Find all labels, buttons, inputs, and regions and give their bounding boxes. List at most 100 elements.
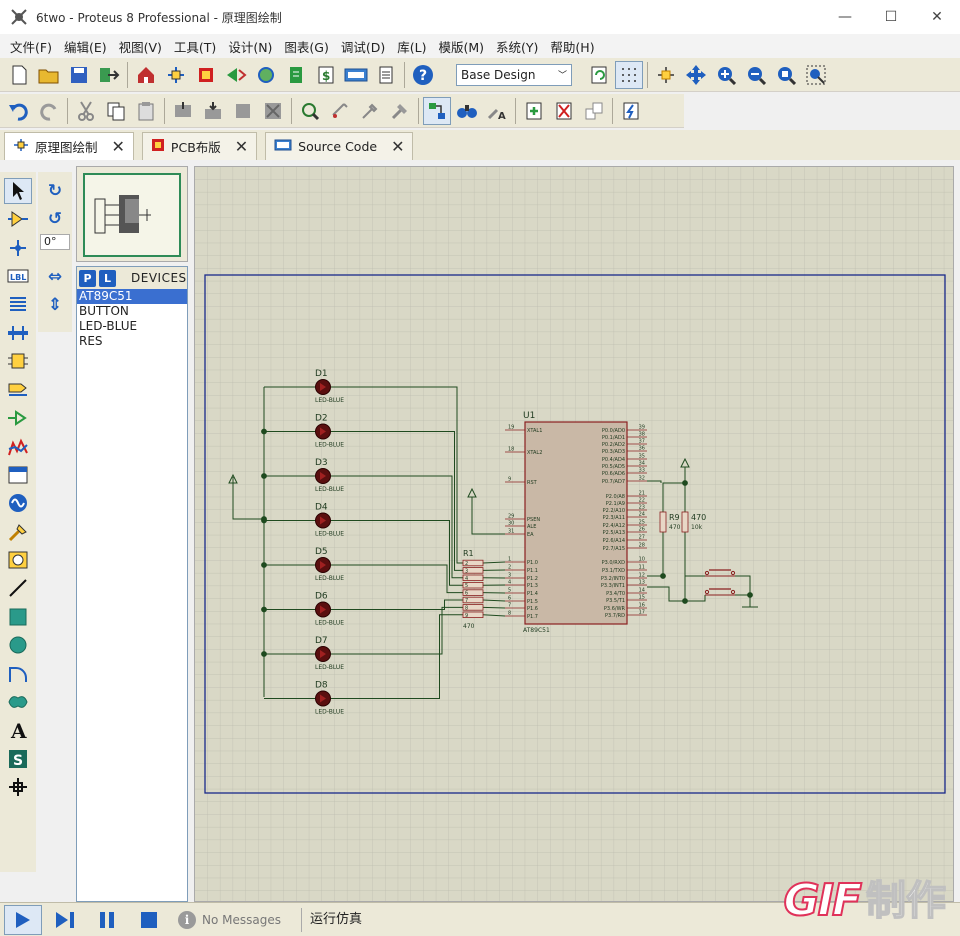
overview-window[interactable] (76, 166, 188, 262)
library-manager-button[interactable]: L (99, 269, 116, 287)
pause-simulation-icon[interactable] (88, 905, 126, 935)
maximize-button[interactable]: ☐ (868, 0, 914, 34)
zoom-out-icon[interactable] (742, 61, 770, 89)
help-icon[interactable]: ? (409, 61, 437, 89)
decompose-icon[interactable] (386, 97, 414, 125)
block-delete-icon[interactable] (259, 97, 287, 125)
make-device-icon[interactable] (326, 97, 354, 125)
menu-graph[interactable]: 图表(G) (278, 37, 334, 56)
menu-tools[interactable]: 工具(T) (168, 37, 222, 56)
device-item-button[interactable]: BUTTON (77, 304, 187, 319)
text-script-icon[interactable] (4, 292, 32, 318)
terminals-icon[interactable] (4, 377, 32, 403)
symbol-draw-icon[interactable]: S (4, 746, 32, 772)
origin-icon[interactable] (652, 61, 680, 89)
voltage-probe-icon[interactable] (4, 519, 32, 545)
property-assignment-icon[interactable]: A (483, 97, 511, 125)
tape-recorder-icon[interactable] (4, 462, 32, 488)
schematic-canvas[interactable]: D1 LED-BLUE D2 LED-BLUE D3 LED-BLUE D4 LED-BLUE… (194, 166, 954, 902)
copy-icon[interactable] (102, 97, 130, 125)
menu-edit[interactable]: 编辑(E) (58, 37, 113, 56)
device-item-res[interactable]: RES (77, 334, 187, 349)
pick-library-button[interactable]: P (79, 269, 96, 287)
redo-icon[interactable] (35, 97, 63, 125)
design-variant-select[interactable]: Base Design ﹀ (456, 63, 572, 86)
delete-sheet-icon[interactable] (550, 97, 578, 125)
menu-system[interactable]: 系统(Y) (490, 37, 544, 56)
pan-icon[interactable] (682, 61, 710, 89)
tab-pcb[interactable]: PCB布版 ✕ (141, 132, 258, 160)
menu-view[interactable]: 视图(V) (113, 37, 168, 56)
home-icon[interactable] (132, 61, 160, 89)
rotation-angle-field[interactable]: 0° (40, 234, 70, 250)
open-folder-icon[interactable] (35, 61, 63, 89)
wire-label-icon[interactable]: LBL (4, 263, 32, 289)
refresh-icon[interactable] (585, 61, 613, 89)
generator-icon[interactable] (4, 490, 32, 516)
notes-icon[interactable] (372, 61, 400, 89)
block-move-icon[interactable] (199, 97, 227, 125)
arc-draw-icon[interactable] (4, 661, 32, 687)
overview-viewport[interactable] (83, 173, 181, 257)
block-rotate-icon[interactable] (229, 97, 257, 125)
packaging-tool-icon[interactable] (356, 97, 384, 125)
undo-icon[interactable] (5, 97, 33, 125)
bom-icon[interactable] (282, 61, 310, 89)
tab-schematic[interactable]: 原理图绘制 ✕ (4, 132, 134, 160)
pick-device-icon[interactable] (296, 97, 324, 125)
menu-library[interactable]: 库(L) (391, 37, 432, 56)
graph-mode-icon[interactable] (4, 434, 32, 460)
stop-simulation-icon[interactable] (130, 905, 168, 935)
message-count[interactable]: No Messages (202, 913, 281, 927)
new-sheet-icon[interactable] (520, 97, 548, 125)
component-mode-icon[interactable] (4, 206, 32, 232)
mirror-vertical-icon[interactable]: ⇕ (42, 292, 68, 318)
pcb-tool-icon[interactable] (192, 61, 220, 89)
paste-icon[interactable] (132, 97, 160, 125)
block-copy-icon[interactable] (169, 97, 197, 125)
mirror-horizontal-icon[interactable]: ⇔ (42, 264, 68, 290)
buses-icon[interactable] (4, 320, 32, 346)
zoom-fit-icon[interactable] (772, 61, 800, 89)
menu-help[interactable]: 帮助(H) (544, 37, 600, 56)
close-window-button[interactable]: ✕ (914, 0, 960, 34)
close-tab-icon[interactable]: ✕ (391, 137, 404, 156)
close-tab-icon[interactable]: ✕ (235, 137, 248, 156)
subcircuit-icon[interactable] (4, 348, 32, 374)
step-simulation-icon[interactable] (46, 905, 84, 935)
import-icon[interactable] (95, 61, 123, 89)
dollar-icon[interactable]: $ (312, 61, 340, 89)
device-pins-icon[interactable] (4, 405, 32, 431)
run-simulation-icon[interactable] (4, 904, 42, 935)
menu-design[interactable]: 设计(N) (222, 37, 278, 56)
zoom-in-icon[interactable] (712, 61, 740, 89)
path-draw-icon[interactable] (4, 689, 32, 715)
line-draw-icon[interactable] (4, 575, 32, 601)
wire-autorouter-icon[interactable] (423, 96, 451, 125)
search-component-icon[interactable] (453, 97, 481, 125)
device-item-at89c51[interactable]: AT89C51 (77, 289, 187, 304)
virtual-instruments-icon[interactable] (4, 547, 32, 573)
3d-viewer-icon[interactable] (252, 61, 280, 89)
menu-debug[interactable]: 调试(D) (335, 37, 391, 56)
menu-file[interactable]: 文件(F) (4, 37, 58, 56)
vsm-studio-icon[interactable] (342, 61, 370, 89)
design-explorer-icon[interactable] (617, 97, 645, 125)
marker-icon[interactable] (4, 774, 32, 800)
exit-to-parent-icon[interactable] (580, 97, 608, 125)
rotate-anticlockwise-icon[interactable]: ↺ (42, 206, 68, 232)
junction-dot-icon[interactable] (4, 235, 32, 261)
cut-icon[interactable] (72, 97, 100, 125)
tab-source-code[interactable]: Source Code ✕ (265, 132, 414, 160)
schematic-tool-icon[interactable] (162, 61, 190, 89)
rotate-clockwise-icon[interactable]: ↻ (42, 178, 68, 204)
device-item-led-blue[interactable]: LED-BLUE (77, 319, 187, 334)
selection-mode-icon[interactable] (4, 178, 32, 204)
circle-draw-icon[interactable] (4, 632, 32, 658)
text-draw-icon[interactable]: A (4, 717, 32, 743)
new-file-icon[interactable] (5, 61, 33, 89)
close-tab-icon[interactable]: ✕ (112, 137, 125, 156)
grid-toggle-icon[interactable] (615, 60, 643, 89)
save-icon[interactable] (65, 61, 93, 89)
minimize-button[interactable]: — (822, 0, 868, 34)
